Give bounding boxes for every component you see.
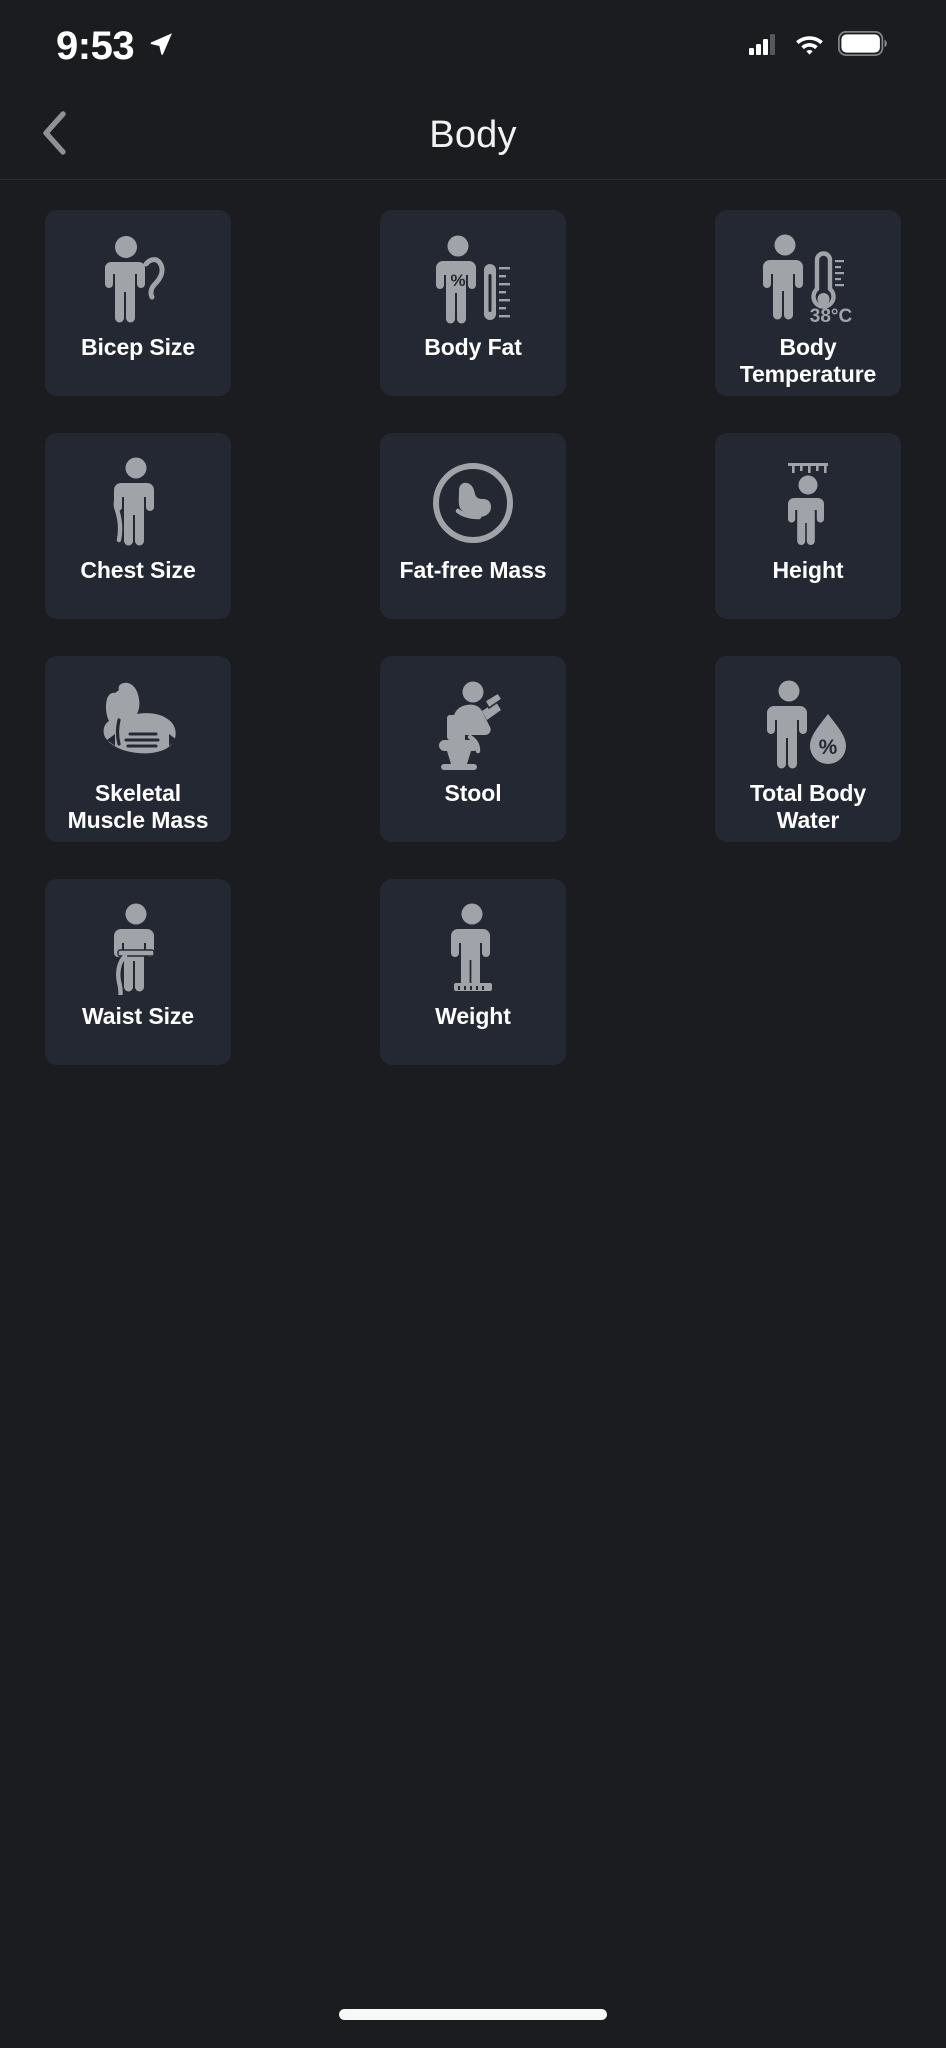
status-bar-right bbox=[749, 30, 888, 61]
metric-card-waist-size[interactable]: Waist Size bbox=[45, 879, 231, 1065]
home-indicator[interactable] bbox=[339, 2008, 607, 2020]
chevron-left-icon bbox=[41, 111, 67, 160]
metric-card-label: Height bbox=[772, 557, 844, 583]
metric-card-label: Bicep Size bbox=[80, 334, 196, 360]
flexed-arm-muscle-icon bbox=[89, 678, 187, 774]
person-thermometer-icon: 38°C bbox=[759, 232, 857, 328]
metrics-grid: Bicep Size % Body Fat 38°C Body Temperat… bbox=[45, 210, 901, 1065]
body-metrics-screen: 9:53 Body Bicep Size % Body Fat 38°C Bod… bbox=[0, 0, 946, 2048]
wifi-icon bbox=[794, 32, 825, 60]
status-bar-clock: 9:53 bbox=[56, 24, 135, 68]
metric-card-body-fat[interactable]: % Body Fat bbox=[380, 210, 566, 396]
location-arrow-icon bbox=[148, 31, 174, 62]
cellular-signal-icon bbox=[749, 33, 781, 60]
metric-card-weight[interactable]: Weight bbox=[380, 879, 566, 1065]
person-chest-tape-icon bbox=[103, 455, 173, 551]
metric-card-chest-size[interactable]: Chest Size bbox=[45, 433, 231, 619]
metric-card-label: Chest Size bbox=[80, 557, 196, 583]
metric-card-bicep-size[interactable]: Bicep Size bbox=[45, 210, 231, 396]
back-button[interactable] bbox=[26, 108, 82, 164]
person-height-ruler-icon bbox=[774, 455, 842, 551]
status-bar-left: 9:53 bbox=[56, 26, 174, 66]
metric-card-height[interactable]: Height bbox=[715, 433, 901, 619]
metric-card-label: Waist Size bbox=[82, 1003, 194, 1029]
page-title: Body bbox=[429, 114, 517, 156]
metric-card-skeletal-muscle-mass[interactable]: Skeletal Muscle Mass bbox=[45, 656, 231, 842]
metric-card-label: Body Temperature bbox=[739, 334, 877, 387]
metric-card-label: Fat-free Mass bbox=[399, 557, 547, 583]
metric-card-total-body-water[interactable]: % Total Body Water bbox=[715, 656, 901, 842]
metric-card-body-temperature[interactable]: 38°C Body Temperature bbox=[715, 210, 901, 396]
person-percent-caliper-icon: % bbox=[430, 232, 516, 328]
status-bar: 9:53 bbox=[0, 0, 946, 92]
svg-text:%: % bbox=[450, 271, 465, 290]
person-on-scale-icon bbox=[438, 901, 508, 997]
metric-card-label: Skeletal Muscle Mass bbox=[67, 780, 209, 833]
bicep-in-circle-icon bbox=[430, 455, 516, 551]
temperature-badge-text: 38°C bbox=[810, 306, 853, 326]
svg-text:%: % bbox=[819, 736, 838, 759]
metric-card-fat-free-mass[interactable]: Fat-free Mass bbox=[380, 433, 566, 619]
person-flexing-bicep-icon bbox=[99, 232, 177, 328]
metric-card-label: Stool bbox=[444, 780, 502, 806]
metrics-content: Bicep Size % Body Fat 38°C Body Temperat… bbox=[0, 180, 946, 1980]
metric-card-label: Body Fat bbox=[424, 334, 522, 360]
person-on-toilet-icon bbox=[429, 678, 517, 774]
person-water-drop-percent-icon: % bbox=[762, 678, 854, 774]
metric-card-label: Weight bbox=[435, 1003, 511, 1029]
metric-card-stool[interactable]: Stool bbox=[380, 656, 566, 842]
person-waist-tape-icon bbox=[103, 901, 173, 997]
battery-full-icon bbox=[837, 30, 888, 61]
metric-card-label: Total Body Water bbox=[749, 780, 867, 833]
home-indicator-area bbox=[0, 1980, 946, 2048]
nav-header: Body bbox=[0, 92, 946, 180]
